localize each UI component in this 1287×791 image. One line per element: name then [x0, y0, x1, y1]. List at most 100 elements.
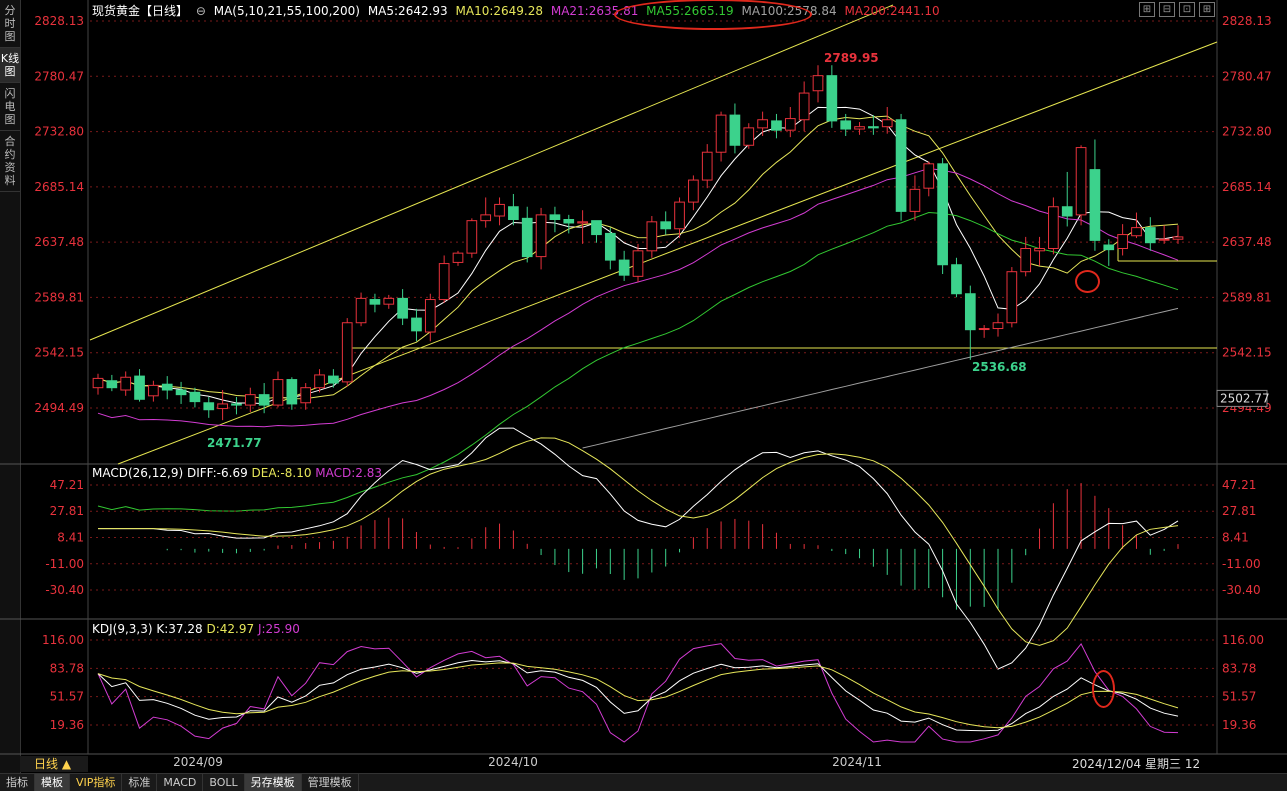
high-annotation: 2789.95: [824, 51, 879, 65]
candle-body: [881, 119, 893, 128]
kdj-d: D:42.97: [206, 622, 255, 636]
kdj-header: KDJ(9,3,3) K:37.28 D:42.97 J:25.90: [92, 622, 300, 636]
price-tick-left: 2685.14: [34, 180, 84, 194]
macd-header: MACD(26,12,9) DIFF:-6.69 DEA:-8.10 MACD:…: [92, 466, 382, 480]
candlestick-chart[interactable]: 2828.13 2828.13 2780.47 2780.47 2732.80 2732.…: [0, 0, 1287, 790]
highlight-oval: [614, 0, 812, 30]
candle-body: [591, 220, 602, 236]
macd-value: MACD:2.83: [315, 466, 383, 480]
period-selector[interactable]: 日线 ▲: [20, 756, 88, 772]
candle-body: [895, 119, 907, 212]
kdj-tick-right: 51.57: [1222, 690, 1256, 704]
candle-body: [272, 379, 284, 406]
candle-body: [1089, 169, 1101, 241]
price-tick-left: 2637.48: [34, 235, 84, 249]
candle-body: [1172, 236, 1184, 240]
candle-body: [383, 297, 395, 305]
grid-icon[interactable]: ⊞: [1139, 2, 1155, 17]
candle-body: [300, 387, 312, 404]
price-tick-right: 2732.80: [1222, 125, 1272, 139]
candle-body: [632, 250, 644, 277]
macd-tick-right: -11.00: [1222, 557, 1261, 571]
bottom-toolbar: 指标 模板 VIP指标 标准 MACD BOLL 另存模板 管理模板: [0, 773, 1287, 791]
candle-body: [508, 206, 519, 220]
macd-tick-right: 47.21: [1222, 478, 1256, 492]
current-date-suffix: 12: [1184, 757, 1201, 771]
candle-body: [674, 201, 685, 230]
price-tick-right: 2542.15: [1222, 346, 1272, 360]
candle-body: [1020, 247, 1032, 273]
candle-body: [964, 293, 976, 331]
expand-icon[interactable]: ⊡: [1179, 2, 1195, 17]
candle-body: [771, 120, 782, 131]
macd-label: MACD(26,12,9): [92, 466, 184, 480]
candle-body: [868, 126, 879, 129]
tab-manage-template[interactable]: 管理模板: [302, 774, 359, 791]
macd-dea: DEA:-8.10: [251, 466, 312, 480]
tab-indicators[interactable]: 指标: [0, 774, 35, 791]
kdj-tick-right: 83.78: [1222, 661, 1256, 675]
ma-label: MA(5,10,21,55,100,200): [213, 4, 360, 18]
low-annotation: 2536.68: [972, 360, 1027, 374]
candle-body: [494, 203, 505, 217]
candle-body: [1144, 227, 1156, 244]
macd-tick-left: 8.41: [57, 530, 84, 544]
macd-tick-left: -11.00: [45, 557, 84, 571]
candle-body: [452, 252, 464, 263]
kdj-tick-left: 116.00: [42, 633, 84, 647]
macd-tick-right: 8.41: [1222, 530, 1249, 544]
tab-vip-indicators[interactable]: VIP指标: [70, 774, 123, 791]
candle-body: [909, 188, 921, 212]
instrument-title: 现货黄金【日线】: [92, 4, 189, 18]
candle-body: [549, 214, 561, 220]
price-tick-left: 2494.49: [34, 401, 84, 415]
x-axis-label: 2024/10: [488, 755, 538, 769]
candle-body: [688, 179, 699, 203]
kdj-j: J:25.90: [257, 622, 300, 636]
candle-body: [826, 75, 838, 122]
candle-body: [1048, 206, 1059, 249]
candle-body: [812, 75, 824, 92]
tab-macd[interactable]: MACD: [157, 774, 204, 791]
chart-header: 现货黄金【日线】 ⊖ MA(5,10,21,55,100,200) MA5:26…: [92, 2, 944, 18]
candle-body: [1061, 206, 1073, 217]
layout-icon[interactable]: ⊞: [1199, 2, 1215, 17]
candle-body: [314, 374, 325, 389]
candle-body: [521, 217, 533, 258]
candle-body: [328, 375, 339, 384]
price-tick-left: 2542.15: [34, 346, 84, 360]
tab-template[interactable]: 模板: [35, 774, 70, 791]
candle-body: [1103, 244, 1115, 251]
candle-body: [618, 259, 630, 276]
candle-body: [355, 297, 367, 324]
candle-body: [120, 376, 132, 391]
ma5-value: MA5:2642.93: [367, 4, 448, 18]
candle-body: [535, 214, 547, 258]
candle-body: [798, 92, 810, 121]
kdj-d-line: [97, 662, 1179, 729]
kdj-highlight-oval: [1092, 670, 1115, 708]
x-axis-label: 2024/09: [173, 755, 223, 769]
price-tick-right: 2828.13: [1222, 14, 1272, 28]
kdj-tick-left: 83.78: [50, 661, 84, 675]
candle-body: [923, 163, 935, 189]
tab-save-template[interactable]: 另存模板: [244, 774, 302, 791]
list-icon[interactable]: ⊟: [1159, 2, 1175, 17]
candle-body: [1006, 271, 1018, 324]
candle-body: [203, 402, 215, 411]
candle-body: [757, 119, 768, 129]
kdj-k: K:37.28: [156, 622, 203, 636]
settings-icon[interactable]: ⊖: [196, 4, 206, 18]
candle-body: [466, 220, 478, 254]
kdj-tick-left: 51.57: [50, 690, 84, 704]
kdj-k-line: [97, 659, 1179, 732]
tab-standard[interactable]: 标准: [122, 774, 158, 791]
candle-body: [840, 120, 852, 130]
tab-boll[interactable]: BOLL: [203, 774, 245, 791]
candle-body: [480, 214, 492, 222]
candle-body: [646, 221, 658, 252]
price-tick-right: 2637.48: [1222, 235, 1272, 249]
candle-body: [854, 126, 865, 130]
price-tick-left: 2828.13: [34, 14, 84, 28]
candle-body: [563, 218, 575, 224]
